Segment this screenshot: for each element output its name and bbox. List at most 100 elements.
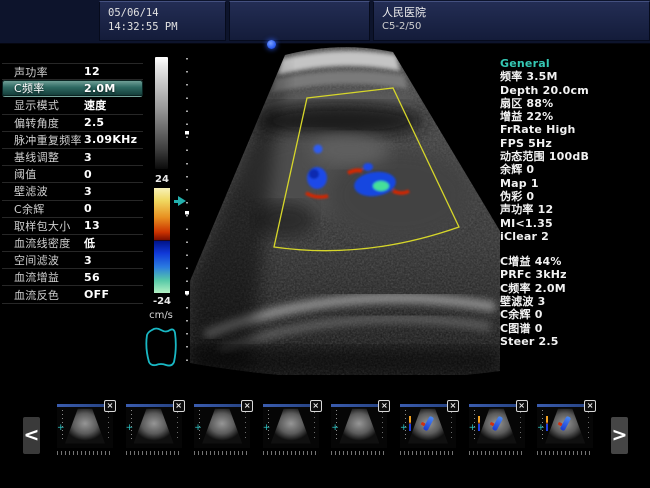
param-row-line-density[interactable]: 血流线密度 低	[2, 235, 143, 252]
mini-marks	[520, 412, 521, 438]
depth-ruler-major-ticks	[185, 131, 189, 301]
b-mode-info: 频率 3.5M Depth 20.0cm 扇区 88% 增益 22% FrRat…	[500, 70, 650, 243]
close-icon[interactable]	[173, 400, 185, 412]
next-icon: >	[612, 424, 628, 446]
doppler-color-bar	[154, 188, 170, 293]
hospital-name: 人民医院	[382, 6, 649, 20]
mini-sector	[271, 408, 311, 445]
mini-sector	[339, 408, 379, 445]
crosshair-icon	[194, 424, 202, 432]
thumbnail-image[interactable]	[263, 404, 319, 448]
param-row-acoustic-power[interactable]: 声功率 12	[2, 63, 143, 80]
info-line: FPS 5Hz	[500, 137, 650, 150]
ultrasound-screen: 05/06/14 14:32:55 PM 人民医院 C5-2/50 声功率 12…	[0, 0, 650, 488]
param-value: 3.09KHz	[84, 133, 137, 146]
probe-model: C5-2/50	[382, 20, 649, 33]
crosshair-icon	[57, 424, 65, 432]
param-row-steer-angle[interactable]: 偏转角度 2.5	[2, 115, 143, 132]
mini-marks	[177, 412, 178, 438]
close-icon[interactable]	[310, 400, 322, 412]
mini-sector	[202, 408, 242, 445]
velocity-max-label: 24	[145, 174, 179, 185]
image-info-panel: General 频率 3.5M Depth 20.0cm 扇区 88% 增益 2…	[500, 57, 650, 348]
thumbnail-image[interactable]	[469, 404, 525, 448]
param-row-c-frequency-selected[interactable]: C频率 2.0M	[2, 80, 143, 97]
mini-marks	[245, 412, 246, 438]
param-label: 声功率	[14, 64, 84, 80]
param-value: 0	[84, 202, 92, 215]
info-line: iClear 2	[500, 230, 650, 243]
param-value: 2.5	[84, 116, 104, 129]
param-row-packet-size[interactable]: 取样包大小 13	[2, 218, 143, 235]
param-label: C频率	[14, 80, 84, 96]
param-row-prf[interactable]: 脉冲重复频率 3.09KHz	[2, 132, 143, 149]
close-icon[interactable]	[241, 400, 253, 412]
thumbnail-item-color	[469, 404, 525, 455]
thumbnail-strip	[57, 404, 593, 455]
thumbnail-caption	[400, 451, 456, 455]
parameter-menu: 声功率 12 C频率 2.0M 显示模式 速度 偏转角度 2.5 脉冲重复频率 …	[2, 63, 143, 304]
param-value: 3	[84, 185, 92, 198]
param-row-flow-gain[interactable]: 血流增益 56	[2, 269, 143, 286]
thumbnail-caption	[469, 451, 525, 455]
param-row-wall-filter[interactable]: 壁滤波 3	[2, 183, 143, 200]
param-value: 0	[84, 168, 92, 181]
param-label: 偏转角度	[14, 115, 84, 131]
thumbnail-image[interactable]	[400, 404, 456, 448]
thumbnail-image[interactable]	[57, 404, 113, 448]
close-icon[interactable]	[378, 400, 390, 412]
param-label: 阈值	[14, 166, 84, 182]
next-thumbnails-button[interactable]: >	[611, 417, 628, 454]
info-line: PRFc 3kHz	[500, 268, 650, 281]
param-value: OFF	[84, 288, 109, 301]
ultrasound-image[interactable]	[190, 45, 500, 375]
thumbnail-item-color	[537, 404, 593, 455]
close-icon[interactable]	[516, 400, 528, 412]
param-row-display-mode[interactable]: 显示模式 速度	[2, 97, 143, 114]
color-mode-info: C增益 44% PRFc 3kHz C频率 2.0M 壁滤波 3 C余辉 0 C…	[500, 255, 650, 348]
thumbnail-item-color	[400, 404, 456, 455]
thumbnail-image[interactable]	[537, 404, 593, 448]
thumbnail-item	[194, 404, 250, 455]
param-row-spatial-filter[interactable]: 空间滤波 3	[2, 252, 143, 269]
param-label: 基线调整	[14, 149, 84, 165]
thumbnail-image[interactable]	[126, 404, 182, 448]
info-line: Depth 20.0cm	[500, 84, 650, 97]
param-value: 2.0M	[84, 82, 116, 95]
crosshair-icon	[469, 424, 477, 432]
patient-info-box	[229, 1, 370, 41]
mini-color-bar	[478, 416, 480, 431]
crosshair-icon	[126, 424, 134, 432]
close-icon[interactable]	[104, 400, 116, 412]
info-line: Map 1	[500, 177, 650, 190]
mini-marks	[451, 412, 452, 438]
thumbnail-caption	[126, 451, 182, 455]
thumbnail-image[interactable]	[331, 404, 387, 448]
param-row-baseline[interactable]: 基线调整 3	[2, 149, 143, 166]
close-icon[interactable]	[447, 400, 459, 412]
param-label: 脉冲重复频率	[14, 132, 84, 148]
param-label: C余辉	[14, 201, 84, 217]
mini-color-bar	[409, 416, 411, 431]
param-label: 空间滤波	[14, 252, 84, 268]
param-row-flow-invert[interactable]: 血流反色 OFF	[2, 286, 143, 303]
thumbnail-caption	[263, 451, 319, 455]
thumbnail-item	[331, 404, 387, 455]
info-line: MI<1.35	[500, 217, 650, 230]
crosshair-icon	[263, 424, 271, 432]
close-icon[interactable]	[584, 400, 596, 412]
crosshair-icon	[331, 424, 339, 432]
param-row-threshold[interactable]: 阈值 0	[2, 166, 143, 183]
param-label: 壁滤波	[14, 183, 84, 199]
prev-thumbnails-button[interactable]: <	[23, 417, 40, 454]
probe-orientation-dot	[267, 40, 276, 49]
info-line: C增益 44%	[500, 255, 650, 268]
param-value: 12	[84, 65, 100, 78]
thumbnail-item	[57, 404, 113, 455]
prev-icon: <	[24, 424, 40, 446]
param-row-c-persistence[interactable]: C余辉 0	[2, 201, 143, 218]
datetime-box: 05/06/14 14:32:55 PM	[99, 1, 226, 41]
info-line: 余辉 0	[500, 163, 650, 176]
thumbnail-image[interactable]	[194, 404, 250, 448]
param-value: 3	[84, 151, 92, 164]
